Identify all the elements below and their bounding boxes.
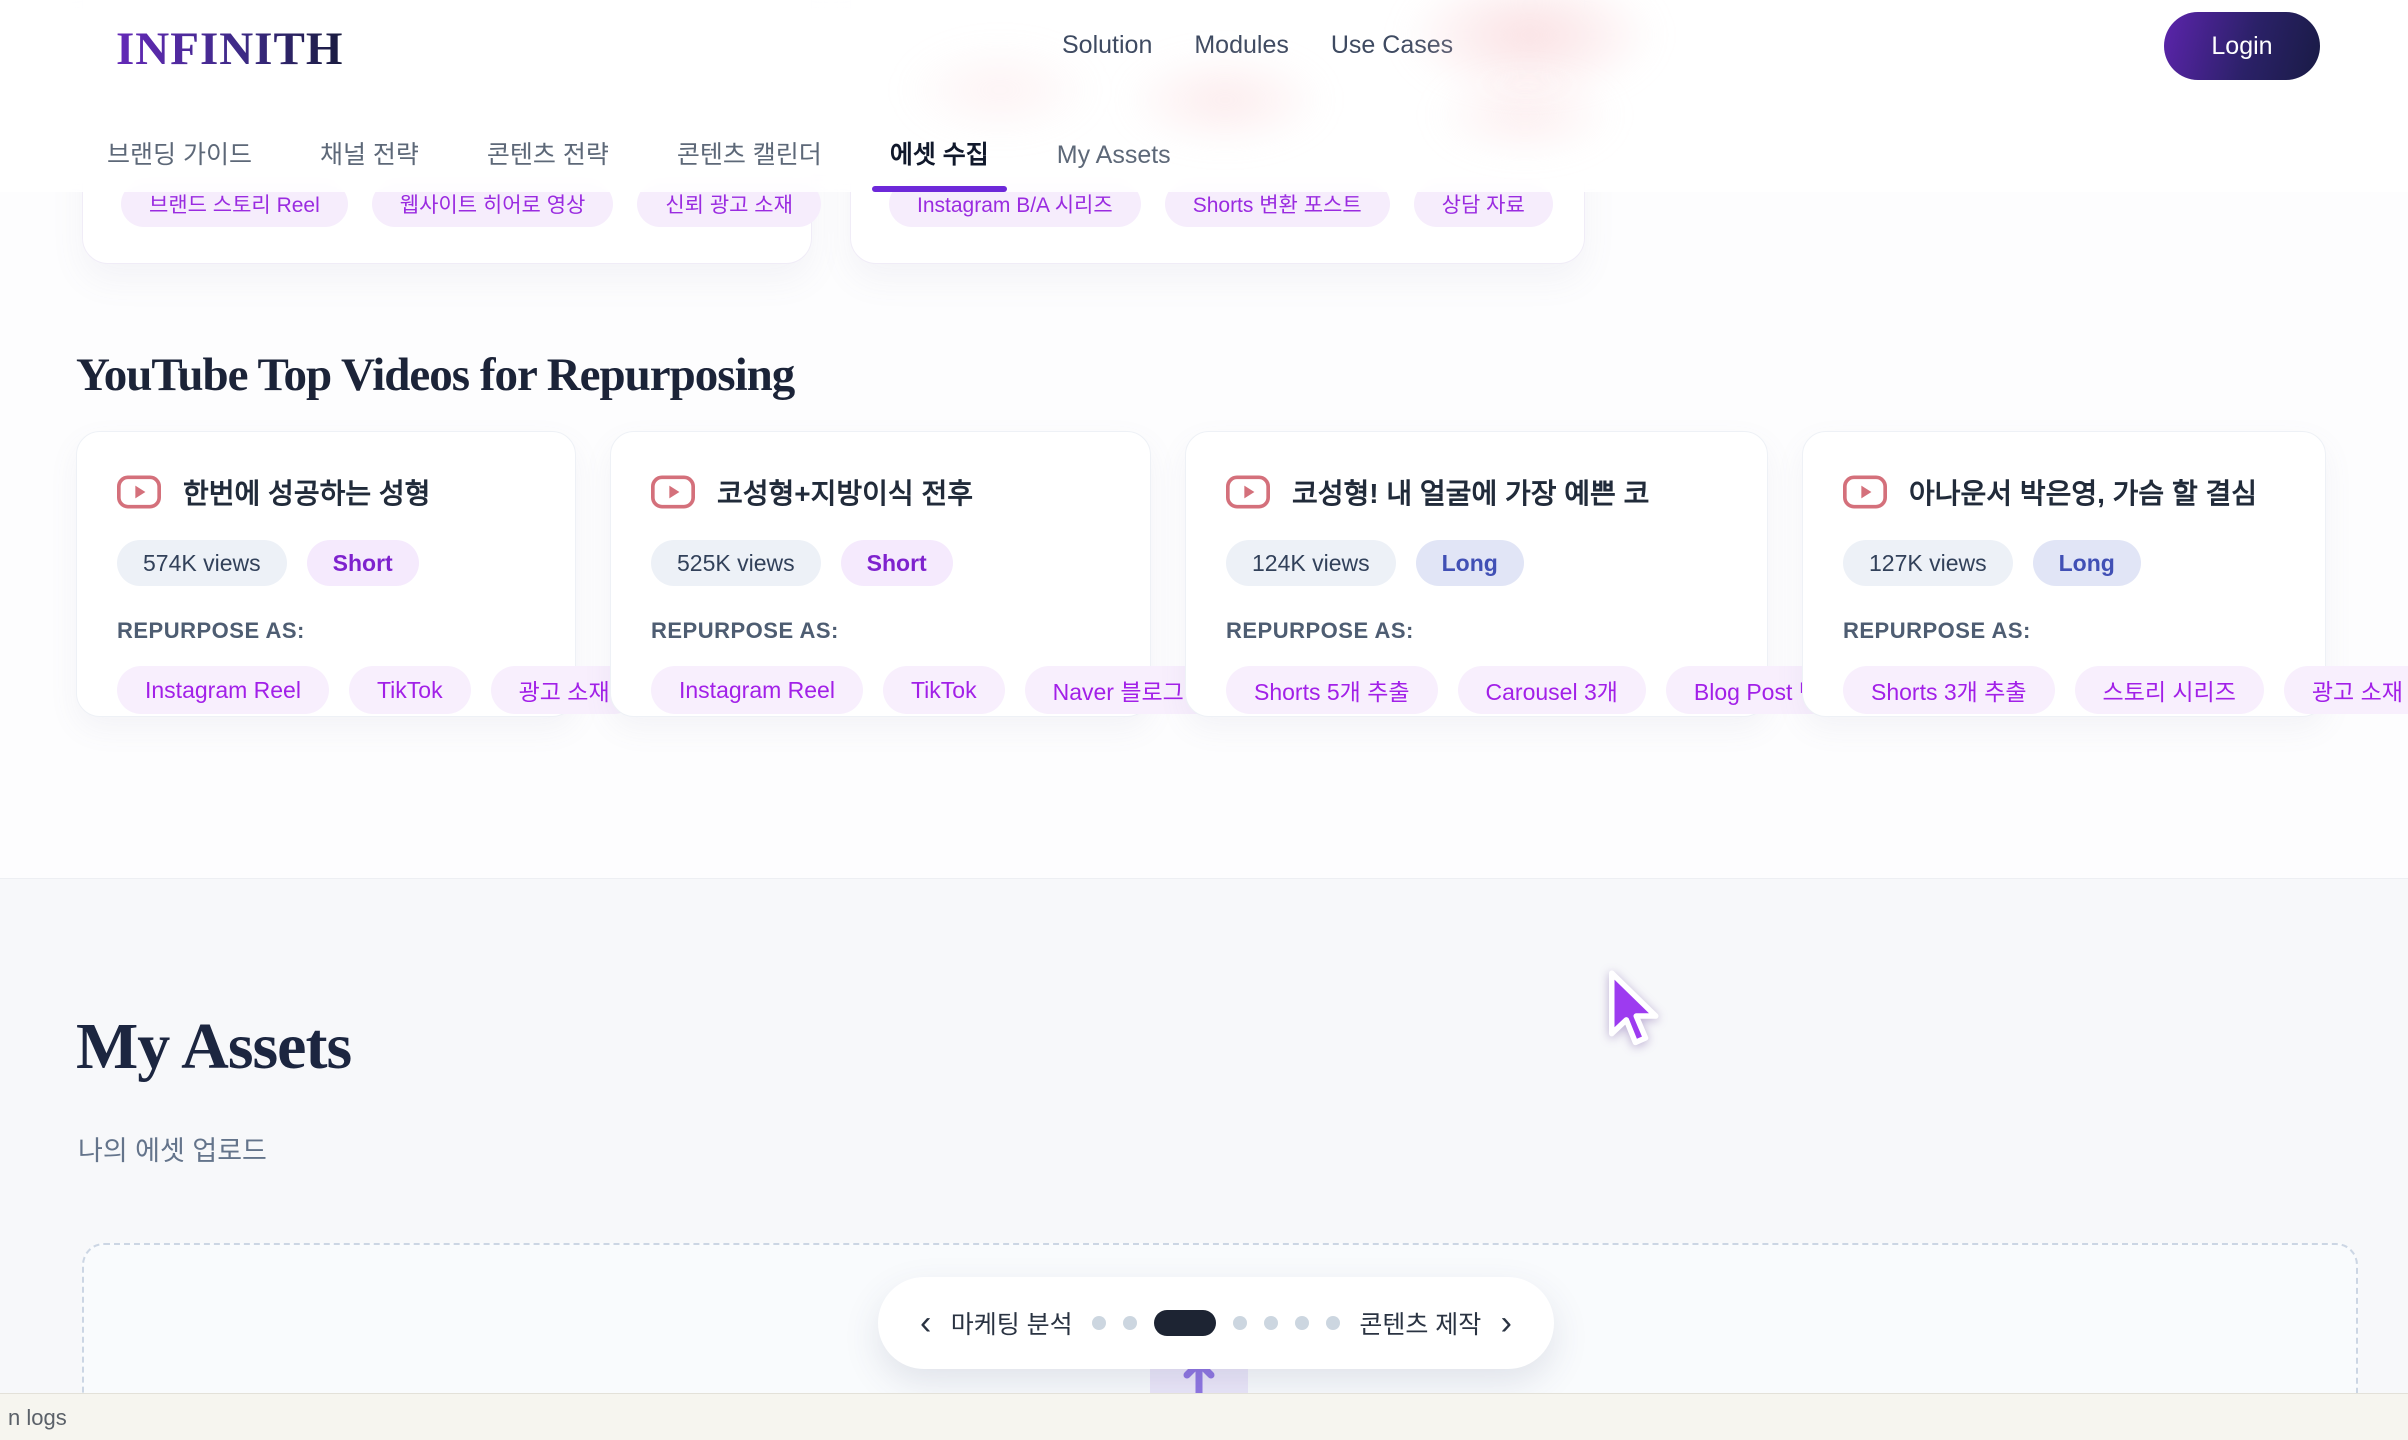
tab-branding-guide[interactable]: 브랜딩 가이드 (95, 140, 264, 170)
step-carousel: ‹ 마케팅 분석 콘텐츠 제작 › (878, 1277, 1554, 1369)
repurpose-chip-row: Instagram Reel TikTok 광고 소재 (117, 666, 535, 714)
video-card-row: 한번에 성공하는 성형 574K views Short REPURPOSE A… (76, 431, 2326, 717)
video-title: 코성형+지방이식 전후 (717, 472, 973, 512)
repurpose-chip[interactable]: Shorts 3개 추출 (1843, 666, 2055, 714)
video-title: 코성형! 내 얼굴에 가장 예쁜 코 (1292, 472, 1649, 512)
repurpose-chip-row: Instagram Reel TikTok Naver 블로그 삽입 (651, 666, 1110, 714)
video-meta-row: 127K views Long (1843, 540, 2285, 586)
video-title: 한번에 성공하는 성형 (183, 472, 430, 512)
repurpose-chip[interactable]: TikTok (883, 666, 1005, 714)
main-nav: Solution Modules Use Cases (1062, 31, 1453, 60)
tab-asset-collection[interactable]: 에셋 수집 (878, 140, 1001, 170)
carousel-dot[interactable] (1233, 1316, 1247, 1330)
tab-channel-strategy[interactable]: 채널 전략 (308, 140, 431, 170)
video-title-row: 아나운서 박은영, 가슴 할 결심 (1843, 472, 2285, 512)
repurpose-chip-row: Shorts 5개 추출 Carousel 3개 Blog Post 변환 (1226, 666, 1727, 714)
video-type-badge: Short (307, 540, 419, 586)
carousel-dots (1092, 1310, 1340, 1336)
videos-section-title: YouTube Top Videos for Repurposing (76, 348, 794, 402)
repurpose-chip[interactable]: Instagram Reel (117, 666, 329, 714)
video-type-badge: Short (841, 540, 953, 586)
header: INFINITH Solution Modules Use Cases Logi… (0, 0, 2408, 192)
video-meta-row: 574K views Short (117, 540, 535, 586)
carousel-prev-label[interactable]: 마케팅 분석 (951, 1305, 1073, 1341)
status-bar: n logs (0, 1393, 2408, 1440)
video-title-row: 한번에 성공하는 성형 (117, 472, 535, 512)
youtube-icon (1226, 475, 1270, 509)
my-assets-title: My Assets (76, 1009, 351, 1085)
video-title: 아나운서 박은영, 가슴 할 결심 (1909, 472, 2257, 512)
carousel-dot[interactable] (1092, 1316, 1106, 1330)
video-card[interactable]: 아나운서 박은영, 가슴 할 결심 127K views Long REPURP… (1802, 431, 2326, 717)
video-card[interactable]: 코성형+지방이식 전후 525K views Short REPURPOSE A… (610, 431, 1151, 717)
repurpose-chip-row: Shorts 3개 추출 스토리 시리즈 광고 소재 (1843, 666, 2285, 714)
youtube-icon (651, 475, 695, 509)
my-assets-section: My Assets 나의 에셋 업로드 ‹ 마케팅 분석 콘텐츠 제작 › (0, 878, 2408, 1440)
carousel-dot[interactable] (1326, 1316, 1340, 1330)
tab-my-assets[interactable]: My Assets (1045, 140, 1183, 170)
repurpose-chip[interactable]: Carousel 3개 (1458, 666, 1646, 714)
video-card[interactable]: 코성형! 내 얼굴에 가장 예쁜 코 124K views Long REPUR… (1185, 431, 1768, 717)
video-title-row: 코성형+지방이식 전후 (651, 472, 1110, 512)
tab-content-strategy[interactable]: 콘텐츠 전략 (475, 140, 621, 170)
repurpose-label: REPURPOSE AS: (651, 618, 1110, 644)
repurpose-label: REPURPOSE AS: (1226, 618, 1727, 644)
my-assets-subtitle: 나의 에셋 업로드 (78, 1129, 267, 1168)
carousel-dot-active[interactable] (1154, 1310, 1216, 1336)
mouse-cursor (1598, 970, 1664, 1056)
login-button[interactable]: Login (2164, 12, 2320, 80)
repurpose-chip[interactable]: Shorts 5개 추출 (1226, 666, 1438, 714)
carousel-dot[interactable] (1123, 1316, 1137, 1330)
repurpose-label: REPURPOSE AS: (1843, 618, 2285, 644)
video-type-badge: Long (1416, 540, 1524, 586)
carousel-dot[interactable] (1264, 1316, 1278, 1330)
tab-bar: 브랜딩 가이드 채널 전략 콘텐츠 전략 콘텐츠 캘린더 에셋 수집 My As… (95, 140, 1227, 170)
youtube-icon (1843, 475, 1887, 509)
chevron-right-icon[interactable]: › (1501, 1306, 1512, 1340)
repurpose-chip[interactable]: 광고 소재 (2284, 666, 2408, 714)
repurpose-label: REPURPOSE AS: (117, 618, 535, 644)
video-type-badge: Long (2033, 540, 2141, 586)
chevron-left-icon[interactable]: ‹ (920, 1306, 931, 1340)
video-meta-row: 525K views Short (651, 540, 1110, 586)
logo[interactable]: INFINITH (116, 22, 343, 76)
nav-solution[interactable]: Solution (1062, 31, 1152, 60)
views-badge: 574K views (117, 540, 287, 586)
tab-content-calendar[interactable]: 콘텐츠 캘린더 (665, 140, 834, 170)
page: 브랜드 스토리 Reel 웹사이트 히어로 영상 신뢰 광고 소재 Instag… (0, 0, 2408, 1440)
carousel-next-label[interactable]: 콘텐츠 제작 (1359, 1305, 1481, 1341)
repurpose-chip[interactable]: 스토리 시리즈 (2075, 666, 2264, 714)
status-bar-text: n logs (8, 1405, 67, 1431)
views-badge: 124K views (1226, 540, 1396, 586)
nav-modules[interactable]: Modules (1194, 31, 1289, 60)
nav-use-cases[interactable]: Use Cases (1331, 31, 1453, 60)
repurpose-chip[interactable]: Instagram Reel (651, 666, 863, 714)
views-badge: 525K views (651, 540, 821, 586)
video-title-row: 코성형! 내 얼굴에 가장 예쁜 코 (1226, 472, 1727, 512)
video-card[interactable]: 한번에 성공하는 성형 574K views Short REPURPOSE A… (76, 431, 576, 717)
repurpose-chip[interactable]: TikTok (349, 666, 471, 714)
carousel-dot[interactable] (1295, 1316, 1309, 1330)
views-badge: 127K views (1843, 540, 2013, 586)
video-meta-row: 124K views Long (1226, 540, 1727, 586)
youtube-icon (117, 475, 161, 509)
